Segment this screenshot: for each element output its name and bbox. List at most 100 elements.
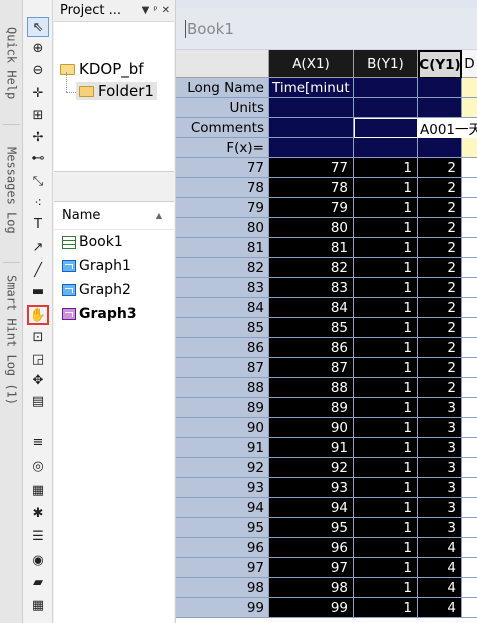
arrow-tool-icon[interactable]: ↗ xyxy=(27,237,49,257)
list-item-graph3[interactable]: Graph3 xyxy=(54,302,174,326)
cell-d[interactable] xyxy=(462,558,477,578)
cell-a[interactable]: 79 xyxy=(269,198,354,218)
row-number[interactable]: 80 xyxy=(176,218,269,238)
cell-c[interactable]: 3 xyxy=(418,478,462,498)
label-cell-b[interactable] xyxy=(354,118,418,138)
label-cell-c[interactable] xyxy=(418,98,462,118)
crosshair-tool-icon[interactable]: ✛ xyxy=(27,83,49,103)
pointer-tool-icon[interactable]: ⇖ xyxy=(27,17,49,37)
hand-tool-icon[interactable]: ✋ xyxy=(27,305,49,325)
row-number[interactable]: 79 xyxy=(176,198,269,218)
column-header-2[interactable]: B(Y1) xyxy=(354,50,418,78)
label-cell-c[interactable] xyxy=(418,138,462,158)
row-number[interactable]: 95 xyxy=(176,518,269,538)
cell-a[interactable]: 77 xyxy=(269,158,354,178)
cell-d[interactable] xyxy=(462,298,477,318)
row-number[interactable]: 98 xyxy=(176,578,269,598)
cell-c[interactable]: 2 xyxy=(418,238,462,258)
mask-points-tool-icon[interactable]: ⤡ xyxy=(27,171,49,191)
cell-d[interactable] xyxy=(462,238,477,258)
row-number[interactable]: 87 xyxy=(176,358,269,378)
cell-c[interactable]: 3 xyxy=(418,498,462,518)
tree-item-root[interactable]: KDOP_bf xyxy=(60,60,144,78)
move-tool-icon[interactable]: ✥ xyxy=(27,370,49,390)
cell-b[interactable]: 1 xyxy=(354,438,418,458)
cell-c[interactable]: 2 xyxy=(418,218,462,238)
smart-hint-log-tab[interactable]: Smart Hint Log (1) xyxy=(0,266,23,414)
cell-c[interactable]: 3 xyxy=(418,418,462,438)
label-cell-c[interactable] xyxy=(418,78,462,98)
cell-d[interactable] xyxy=(462,598,477,618)
cell-b[interactable]: 1 xyxy=(354,178,418,198)
cell-a[interactable]: 98 xyxy=(269,578,354,598)
label-cell-d[interactable] xyxy=(462,98,477,118)
cell-a[interactable]: 82 xyxy=(269,258,354,278)
cell-c[interactable]: 2 xyxy=(418,378,462,398)
cell-d[interactable] xyxy=(462,218,477,238)
row-number[interactable]: 88 xyxy=(176,378,269,398)
close-icon[interactable]: ✕ xyxy=(162,5,170,16)
cell-d[interactable] xyxy=(462,358,477,378)
cell-c[interactable]: 2 xyxy=(418,258,462,278)
cell-b[interactable]: 1 xyxy=(354,298,418,318)
row-number[interactable]: 89 xyxy=(176,398,269,418)
cell-c[interactable]: 2 xyxy=(418,198,462,218)
cell-d[interactable] xyxy=(462,398,477,418)
cell-d[interactable] xyxy=(462,578,477,598)
row-number[interactable]: 91 xyxy=(176,438,269,458)
cell-a[interactable]: 86 xyxy=(269,338,354,358)
cell-b[interactable]: 1 xyxy=(354,258,418,278)
cell-b[interactable]: 1 xyxy=(354,458,418,478)
graph-mark-tool-icon[interactable]: ◲ xyxy=(27,349,49,369)
text-tool-icon[interactable]: T xyxy=(27,214,49,234)
cell-d[interactable] xyxy=(462,458,477,478)
pin-icon[interactable]: ᵖ xyxy=(153,5,157,16)
cell-c[interactable]: 2 xyxy=(418,358,462,378)
grid-tool-icon[interactable]: ▦ xyxy=(27,595,49,615)
rectangle-tool-icon[interactable]: ▬ xyxy=(27,281,49,301)
cell-b[interactable]: 1 xyxy=(354,558,418,578)
cell-a[interactable]: 93 xyxy=(269,478,354,498)
data-reader-tool-icon[interactable]: ✢ xyxy=(27,127,49,147)
cell-b[interactable]: 1 xyxy=(354,578,418,598)
data-cursor-tool-icon[interactable]: ⊷ xyxy=(27,148,49,168)
workbook-title-bar[interactable]: Book1 xyxy=(176,8,477,50)
row-number[interactable]: 81 xyxy=(176,238,269,258)
cell-b[interactable]: 1 xyxy=(354,538,418,558)
cell-d[interactable] xyxy=(462,518,477,538)
cell-d[interactable] xyxy=(462,258,477,278)
cell-a[interactable]: 78 xyxy=(269,178,354,198)
row-number[interactable]: 97 xyxy=(176,558,269,578)
label-cell-d[interactable] xyxy=(462,138,477,158)
list-header[interactable]: Name ▲ xyxy=(54,202,174,230)
folder-tool-icon[interactable]: ▰ xyxy=(27,572,49,592)
cell-d[interactable] xyxy=(462,158,477,178)
cell-a[interactable]: 85 xyxy=(269,318,354,338)
row-number[interactable]: 84 xyxy=(176,298,269,318)
cell-b[interactable]: 1 xyxy=(354,358,418,378)
cell-c[interactable]: 2 xyxy=(418,318,462,338)
table-insert-tool-icon[interactable]: ▦ xyxy=(27,480,49,500)
layer-tool-icon[interactable]: ▤ xyxy=(27,391,49,411)
cell-a[interactable]: 90 xyxy=(269,418,354,438)
cell-a[interactable]: 94 xyxy=(269,498,354,518)
cell-b[interactable]: 1 xyxy=(354,498,418,518)
cell-d[interactable] xyxy=(462,438,477,458)
label-cell-b[interactable] xyxy=(354,138,418,158)
row-number[interactable]: 99 xyxy=(176,598,269,618)
region-select-tool-icon[interactable]: ⊡ xyxy=(27,327,49,347)
row-number[interactable]: 77 xyxy=(176,158,269,178)
cell-a[interactable]: 81 xyxy=(269,238,354,258)
scatter-tool-icon[interactable]: ⁖ xyxy=(27,193,49,213)
label-cell-c[interactable]: A001一天 xyxy=(418,117,477,138)
cell-c[interactable]: 2 xyxy=(418,278,462,298)
cell-b[interactable]: 1 xyxy=(354,238,418,258)
cell-c[interactable]: 2 xyxy=(418,158,462,178)
row-number[interactable]: 94 xyxy=(176,498,269,518)
messages-log-tab[interactable]: Messages Log xyxy=(0,128,23,253)
cell-a[interactable]: 95 xyxy=(269,518,354,538)
cell-c[interactable]: 3 xyxy=(418,458,462,478)
cell-a[interactable]: 99 xyxy=(269,598,354,618)
label-cell-a[interactable] xyxy=(269,138,354,158)
cell-d[interactable] xyxy=(462,478,477,498)
